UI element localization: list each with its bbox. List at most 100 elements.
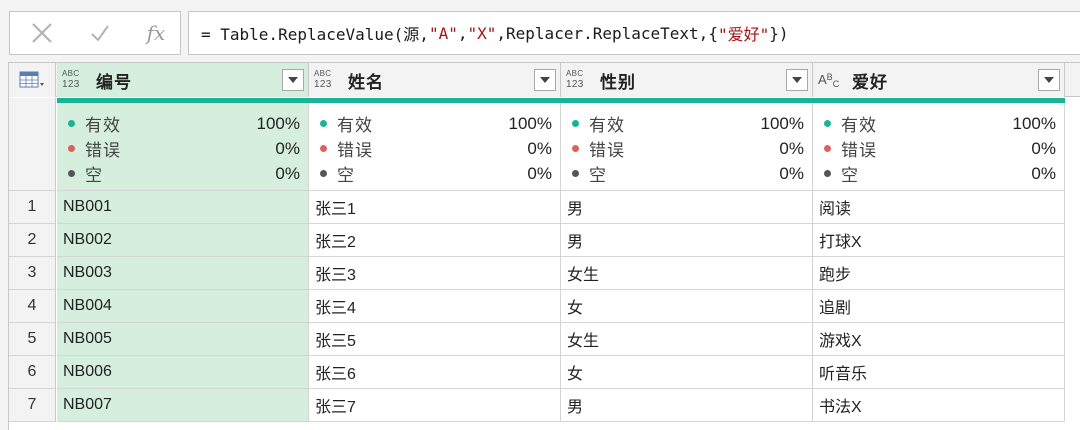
profile-error-row: 错误 0% [320, 136, 552, 161]
column-header-id[interactable]: ABC 123 编号 [57, 63, 309, 97]
formula-bar: fx = Table.ReplaceValue(源, "A", "X" ,Replac… [0, 0, 1080, 62]
profile-error-row: 错误 0% [68, 136, 300, 161]
column-profile: 有效 100% 错误 0% 空 0% [561, 103, 813, 191]
row-number[interactable]: 7 [9, 389, 56, 422]
type-any-icon: ABC 123 [314, 69, 332, 90]
table-cell[interactable]: 追剧 [813, 290, 1065, 323]
row-number[interactable]: 3 [9, 257, 56, 290]
error-dot-icon [572, 145, 579, 152]
chevron-down-icon [540, 77, 550, 83]
row-number[interactable]: 5 [9, 323, 56, 356]
table-cell[interactable]: 男 [561, 389, 813, 422]
table-cell[interactable]: NB004 [57, 290, 309, 323]
error-dot-icon [320, 145, 327, 152]
column-name: 爱好 [852, 72, 888, 92]
column-filter-button[interactable] [1038, 69, 1060, 91]
fx-icon: fx [146, 21, 166, 45]
profile-value: 0% [275, 138, 300, 158]
profile-label: 有效 [85, 116, 121, 135]
profile-empty-row: 空 0% [68, 161, 300, 186]
chevron-down-icon [288, 77, 298, 83]
error-dot-icon [68, 145, 75, 152]
profile-value: 0% [779, 138, 804, 158]
table-cell[interactable]: 张三7 [309, 389, 561, 422]
type-any-icon: ABC 123 [566, 69, 584, 90]
profile-valid-row: 有效 100% [572, 111, 804, 136]
confirm-button[interactable] [72, 12, 128, 54]
chevron-down-icon [792, 77, 802, 83]
table-cell[interactable]: 张三6 [309, 356, 561, 389]
formula-sep1: , [457, 23, 468, 43]
table-cell[interactable]: 跑步 [813, 257, 1065, 290]
table-cell[interactable]: NB001 [57, 191, 309, 224]
profile-value: 0% [1031, 138, 1056, 158]
table-cell[interactable]: 阅读 [813, 191, 1065, 224]
table-cell[interactable]: NB003 [57, 257, 309, 290]
column-filter-button[interactable] [534, 69, 556, 91]
table-cell[interactable]: 张三3 [309, 257, 561, 290]
profile-empty-row: 空 0% [572, 161, 804, 186]
table-cell[interactable]: NB002 [57, 224, 309, 257]
cancel-button[interactable] [14, 12, 70, 54]
table-cell[interactable]: NB005 [57, 323, 309, 356]
column-filter-button[interactable] [786, 69, 808, 91]
table-cell[interactable]: 女 [561, 290, 813, 323]
column-name: 性别 [600, 72, 636, 92]
profile-label: 有效 [337, 116, 373, 135]
column-header-gender[interactable]: ABC 123 性别 [561, 63, 813, 97]
formula-suffix: }) [769, 23, 789, 43]
profile-empty-row: 空 0% [320, 161, 552, 186]
column-profile: 有效 100% 错误 0% 空 0% [57, 103, 309, 191]
insert-function-button[interactable]: fx [128, 12, 184, 54]
column-filter-button[interactable] [282, 69, 304, 91]
table-cell[interactable]: 张三2 [309, 224, 561, 257]
profile-valid-row: 有效 100% [824, 111, 1056, 136]
table-cell[interactable]: 书法X [813, 389, 1065, 422]
column-header-hobby[interactable]: ABC 爱好 [813, 63, 1065, 97]
row-number[interactable]: 1 [9, 191, 56, 224]
x-icon [32, 23, 52, 43]
table-cell[interactable]: 游戏X [813, 323, 1065, 356]
profile-value: 0% [779, 163, 804, 183]
formula-input[interactable]: = Table.ReplaceValue(源, "A", "X" ,Replacer.… [188, 11, 1080, 55]
table-cell[interactable]: NB007 [57, 389, 309, 422]
profile-error-row: 错误 0% [824, 136, 1056, 161]
table-cell[interactable]: 听音乐 [813, 356, 1065, 389]
valid-dot-icon [572, 120, 579, 127]
column-header-name[interactable]: ABC 123 姓名 [309, 63, 561, 97]
formula-arg2: "X" [467, 23, 497, 43]
empty-dot-icon [572, 170, 579, 177]
row-number[interactable]: 4 [9, 290, 56, 323]
table-cell[interactable]: 女生 [561, 257, 813, 290]
table-cell[interactable]: 张三5 [309, 323, 561, 356]
table-cell[interactable]: 男 [561, 191, 813, 224]
row-number[interactable]: 6 [9, 356, 56, 389]
chevron-down-icon [1044, 77, 1054, 83]
profile-value: 100% [760, 113, 804, 133]
column-profile: 有效 100% 错误 0% 空 0% [309, 103, 561, 191]
table-icon [19, 71, 44, 88]
formula-arg1: "A" [428, 23, 458, 43]
table-cell[interactable]: 女 [561, 356, 813, 389]
table-cell[interactable]: NB006 [57, 356, 309, 389]
type-text-icon: ABC [818, 72, 840, 89]
valid-dot-icon [68, 120, 75, 127]
profile-label: 有效 [589, 116, 625, 135]
table-cell[interactable]: 女生 [561, 323, 813, 356]
check-icon [91, 25, 109, 42]
table-cell[interactable]: 张三1 [309, 191, 561, 224]
profile-label: 错误 [589, 141, 625, 160]
profile-value: 100% [1012, 113, 1056, 133]
row-number[interactable]: 2 [9, 224, 56, 257]
table-cell[interactable]: 打球X [813, 224, 1065, 257]
empty-dot-icon [824, 170, 831, 177]
profile-value: 0% [527, 138, 552, 158]
valid-dot-icon [824, 120, 831, 127]
formula-arg3: "爱好" [717, 25, 770, 44]
table-menu-button[interactable] [9, 63, 56, 97]
table-cell[interactable]: 男 [561, 224, 813, 257]
valid-dot-icon [320, 120, 327, 127]
profile-label: 空 [589, 166, 607, 185]
table-cell[interactable]: 张三4 [309, 290, 561, 323]
profile-error-row: 错误 0% [572, 136, 804, 161]
